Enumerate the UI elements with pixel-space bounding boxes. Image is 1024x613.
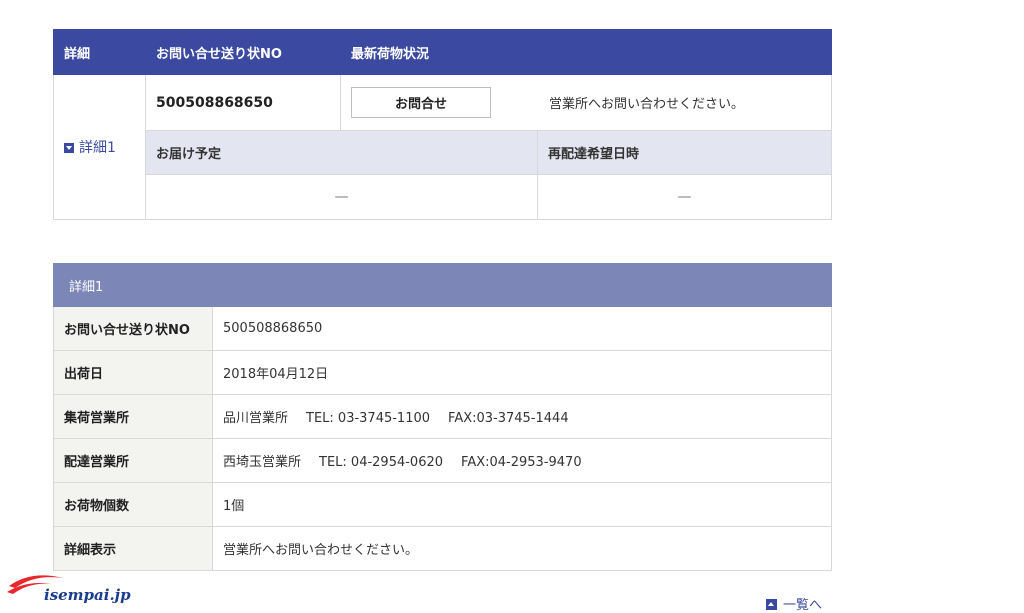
expand-detail-icon — [64, 143, 74, 153]
back-to-list-label: 一覧へ — [783, 598, 823, 613]
row-value: 品川営業所 TEL: 03-3745-1100 FAX:03-3745-1444 — [212, 394, 832, 439]
row-value: 1個 — [212, 482, 832, 527]
row-value: 2018年04月12日 — [212, 350, 832, 395]
detail-link[interactable]: 詳細1 — [53, 74, 146, 220]
latest-status-cell: お問合せ 営業所へお問い合わせください。 — [339, 74, 833, 131]
row-label: 出荷日 — [53, 350, 213, 395]
table-row: お荷物個数 1個 — [53, 482, 832, 527]
row-value: 西埼玉営業所 TEL: 04-2954-0620 FAX:04-2953-9470 — [212, 438, 832, 483]
table-row: 集荷営業所 品川営業所 TEL: 03-3745-1100 FAX:03-3745-… — [53, 394, 832, 439]
header-detail: 詳細 — [53, 29, 146, 75]
delivery-header-row: お届け予定 再配達希望日時 — [54, 130, 833, 175]
summary-table: 詳細 お問い合せ送り状NO 最新荷物状況 詳細1 500508868650 お問… — [53, 29, 833, 220]
row-label: お問い合せ送り状NO — [53, 306, 213, 351]
table-row: お問い合せ送り状NO 500508868650 — [53, 306, 832, 351]
row-label: 集荷営業所 — [53, 394, 213, 439]
tracking-number: 500508868650 — [145, 74, 341, 131]
table-row: 出荷日 2018年04月12日 — [53, 350, 832, 395]
office-tel: TEL: 04-2954-0620 — [319, 455, 444, 470]
detail-link-label: 詳細1 — [79, 140, 116, 156]
summary-header-row: 詳細 お問い合せ送り状NO 最新荷物状況 — [53, 29, 833, 75]
office-tel: TEL: 03-3745-1100 — [306, 411, 431, 426]
scheduled-delivery-value: — — [145, 174, 538, 220]
office-fax: FAX:03-3745-1444 — [448, 411, 569, 426]
row-value: 500508868650 — [212, 306, 832, 351]
status-message: 営業所へお問い合わせください。 — [549, 97, 745, 112]
delivery-value-row: — — — [54, 174, 833, 220]
header-latest-status: 最新荷物状況 — [339, 29, 833, 75]
detail-caption-row: 詳細1 — [53, 263, 832, 307]
tracking-row: 詳細1 500508868650 お問合せ 営業所へお問い合わせください。 — [53, 74, 833, 220]
table-row: 詳細表示 営業所へお問い合わせください。 — [53, 526, 832, 571]
logo-text: isempai.jp — [44, 586, 131, 604]
row-label: お荷物個数 — [53, 482, 213, 527]
detail-table: 詳細1 お問い合せ送り状NO 500508868650 出荷日 2018年04月… — [53, 263, 832, 571]
table-row: 配達営業所 西埼玉営業所 TEL: 04-2954-0620 FAX:04-2953… — [53, 438, 832, 483]
back-to-list-link[interactable]: 一覧へ — [766, 594, 822, 613]
inquire-button[interactable]: お問合せ — [351, 87, 491, 118]
redelivery-request-value: — — [536, 174, 833, 220]
row-label: 詳細表示 — [53, 526, 213, 571]
detail-caption: 詳細1 — [53, 263, 832, 307]
row-value: 営業所へお問い合わせください。 — [212, 526, 832, 571]
header-scheduled-delivery: お届け予定 — [145, 130, 538, 175]
office-name: 品川営業所 — [223, 411, 289, 426]
office-name: 西埼玉営業所 — [223, 455, 302, 470]
header-tracking-no: お問い合せ送り状NO — [145, 29, 341, 75]
header-redelivery-request: 再配達希望日時 — [536, 130, 833, 175]
back-to-list-icon — [766, 599, 777, 610]
row-label: 配達営業所 — [53, 438, 213, 483]
office-fax: FAX:04-2953-9470 — [461, 455, 582, 470]
